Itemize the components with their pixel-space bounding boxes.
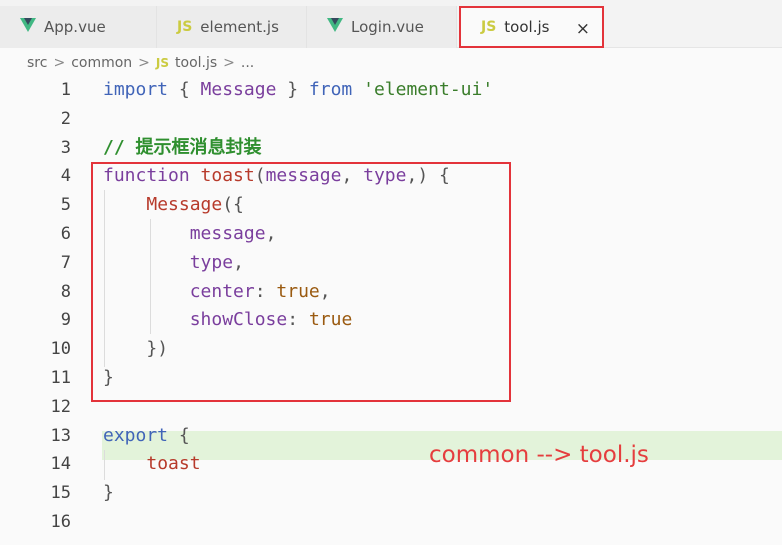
- tab-label: tool.js: [504, 18, 550, 36]
- breadcrumb-item-file[interactable]: tool.js: [175, 55, 217, 71]
- close-icon[interactable]: ×: [576, 19, 590, 39]
- code-line[interactable]: 1 import { Message } from 'element-ui': [0, 76, 782, 105]
- vue-icon: [20, 18, 36, 36]
- string-literal: 'element-ui': [363, 79, 494, 100]
- keyword: export: [103, 424, 169, 446]
- keyword: from: [308, 79, 353, 100]
- line-number: 4: [60, 166, 71, 187]
- tab-element-js[interactable]: JS element.js: [157, 6, 307, 48]
- annotation-text: common --> tool.js: [429, 442, 649, 468]
- vue-icon: [327, 18, 343, 36]
- line-number: 14: [50, 454, 71, 475]
- code-line[interactable]: 13 export {: [0, 422, 782, 451]
- code-line[interactable]: 15 }: [0, 479, 782, 508]
- punctuation: {: [168, 79, 201, 100]
- line-number: 1: [60, 80, 71, 100]
- code-line[interactable]: 14 toast: [0, 450, 782, 479]
- breadcrumb: src > common > JS tool.js > ...: [27, 52, 254, 74]
- line-number: 5: [60, 195, 71, 216]
- line-number: 10: [50, 339, 71, 360]
- punctuation: }: [276, 79, 309, 100]
- line-number: 7: [60, 252, 71, 273]
- tab-label: element.js: [200, 18, 279, 36]
- js-icon: JS: [155, 56, 170, 70]
- line-number: 12: [50, 396, 71, 417]
- line-number: 2: [60, 108, 71, 129]
- js-icon: JS: [177, 19, 193, 35]
- code-line-current[interactable]: 16: [0, 508, 782, 537]
- keyword: import: [103, 79, 169, 100]
- chevron-right-icon: >: [53, 55, 66, 71]
- identifier: toast: [146, 453, 201, 475]
- line-number: 15: [50, 483, 71, 504]
- punctuation: {: [168, 424, 190, 446]
- editor-tab-bar: App.vue JS element.js Login.vue JS tool.…: [0, 0, 782, 48]
- line-number: 6: [60, 224, 71, 244]
- tab-tool-js[interactable]: JS tool.js ×: [459, 6, 604, 48]
- chevron-right-icon: >: [138, 55, 150, 71]
- line-number: 16: [50, 512, 71, 532]
- tab-login-vue[interactable]: Login.vue: [307, 6, 457, 48]
- line-number: 8: [60, 281, 71, 302]
- comment: // 提示框消息封装: [103, 136, 262, 158]
- code-line[interactable]: 2: [0, 105, 782, 134]
- breadcrumb-item-symbols[interactable]: ...: [241, 55, 254, 71]
- tab-app-vue[interactable]: App.vue: [0, 6, 157, 48]
- punctuation: }: [103, 482, 114, 504]
- line-number: 9: [60, 310, 71, 331]
- tab-label: App.vue: [44, 18, 106, 36]
- line-number: 3: [60, 137, 71, 158]
- js-icon: JS: [481, 19, 497, 35]
- tab-label: Login.vue: [351, 18, 424, 36]
- breadcrumb-item-common[interactable]: common: [71, 55, 132, 71]
- highlight-box: [91, 162, 511, 402]
- identifier: Message: [200, 79, 277, 100]
- line-number: 11: [50, 368, 71, 388]
- line-number: 13: [50, 425, 71, 446]
- chevron-right-icon: >: [223, 55, 235, 71]
- breadcrumb-item-src[interactable]: src: [27, 55, 47, 71]
- code-line[interactable]: 3 // 提示框消息封装: [0, 134, 782, 163]
